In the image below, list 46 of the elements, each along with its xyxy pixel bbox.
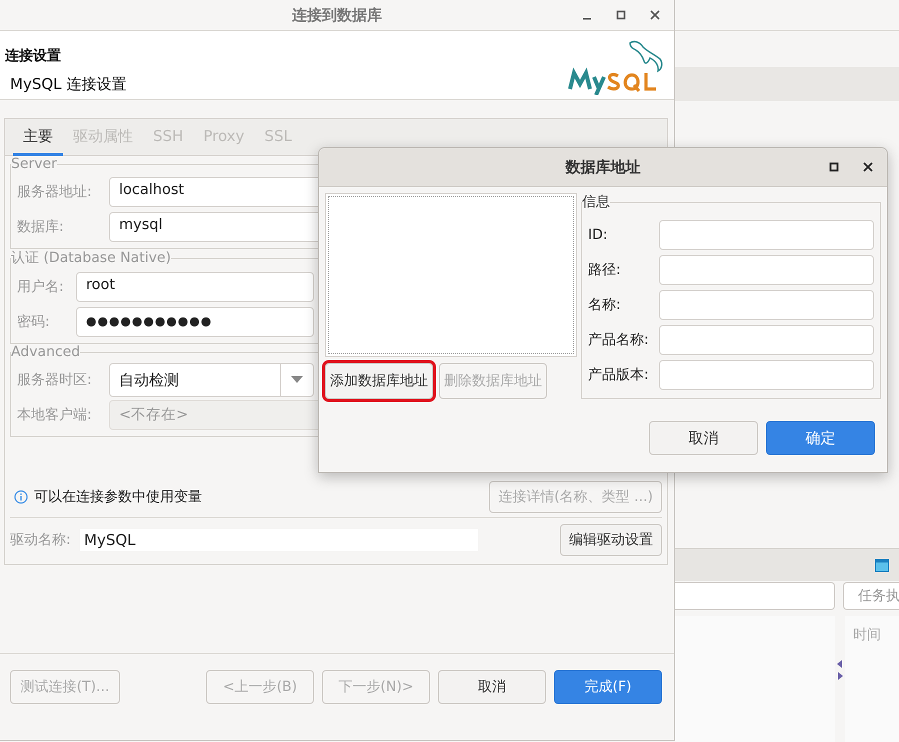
edit-driver-button[interactable]: 编辑驱动设置 bbox=[560, 524, 662, 556]
close-icon[interactable] bbox=[863, 162, 873, 172]
field-label: ID: bbox=[588, 226, 609, 242]
input-field[interactable] bbox=[659, 360, 874, 390]
password-field[interactable]: ●●●●●●●●●●● bbox=[76, 306, 314, 336]
page-subtitle: MySQL 连接设置 bbox=[10, 75, 126, 94]
dialog-title: 数据库地址 bbox=[566, 158, 640, 176]
dropdown-arrow-icon bbox=[291, 376, 303, 383]
field-label: 本地客户端: bbox=[17, 406, 93, 424]
field-label: 服务器地址: bbox=[17, 182, 93, 200]
input-field[interactable] bbox=[659, 254, 874, 284]
footer-button[interactable]: 完成(F) bbox=[554, 670, 662, 704]
dropdown[interactable]: 自动检测 bbox=[109, 362, 314, 396]
input-field[interactable] bbox=[659, 324, 874, 354]
section-legend: 信息 bbox=[582, 193, 610, 211]
info-icon bbox=[14, 490, 28, 504]
section-legend: 认证 (Database Native) bbox=[11, 249, 171, 267]
driver-name-field: MySQL bbox=[80, 529, 478, 551]
field-label: 路径: bbox=[588, 260, 622, 278]
search-field[interactable] bbox=[675, 582, 835, 610]
dialog-button[interactable]: 确定 bbox=[766, 421, 875, 455]
field-label: 驱动名称: bbox=[10, 531, 72, 549]
window-title: 连接到数据库 bbox=[292, 6, 382, 24]
input-field[interactable] bbox=[659, 290, 874, 320]
field-label: 用户名: bbox=[17, 278, 65, 296]
close-icon[interactable] bbox=[650, 10, 660, 20]
section-legend: Advanced bbox=[11, 344, 80, 360]
input-field[interactable] bbox=[659, 220, 874, 250]
window-icon[interactable] bbox=[875, 558, 889, 572]
page-title: 连接设置 bbox=[5, 47, 62, 65]
field-label: 密码: bbox=[17, 312, 51, 330]
list-button[interactable]: 添加数据库地址 bbox=[325, 363, 433, 399]
splitter-arrows-icon[interactable] bbox=[837, 660, 843, 680]
field-label: 服务器时区: bbox=[17, 370, 93, 388]
field-label: 产品版本: bbox=[588, 366, 650, 384]
hint-text: 可以在连接参数中使用变量 bbox=[34, 488, 202, 506]
field-label: 数据库: bbox=[17, 218, 65, 236]
section-legend: Server bbox=[11, 156, 57, 172]
input-field[interactable]: root bbox=[76, 272, 314, 302]
footer-button[interactable]: 取消 bbox=[438, 670, 546, 704]
column-header: 时间 bbox=[853, 627, 881, 643]
maximize-icon[interactable] bbox=[829, 162, 839, 172]
maximize-icon[interactable] bbox=[616, 10, 626, 20]
field-label: 名称: bbox=[588, 296, 622, 314]
field-label: 产品名称: bbox=[588, 330, 650, 348]
dialog-button[interactable]: 取消 bbox=[649, 421, 758, 455]
